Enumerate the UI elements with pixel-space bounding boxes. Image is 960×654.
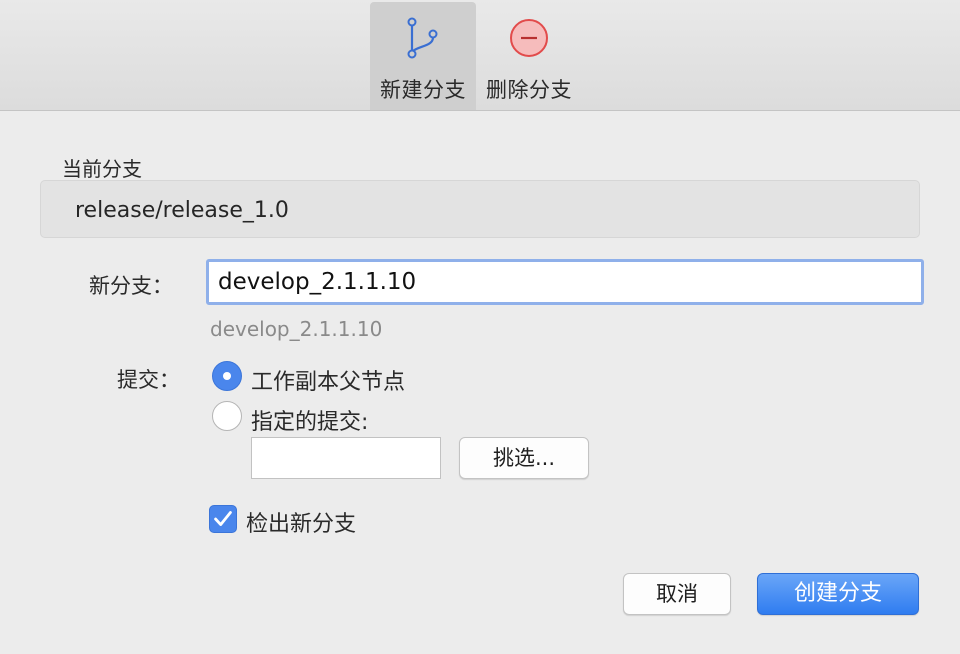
cancel-button[interactable]: 取消 bbox=[623, 573, 731, 615]
pick-commit-button[interactable]: 挑选... bbox=[459, 437, 589, 479]
new-branch-input[interactable] bbox=[206, 259, 924, 305]
new-branch-tab[interactable]: 新建分支 bbox=[370, 2, 476, 110]
radio-working-copy[interactable] bbox=[212, 361, 242, 391]
checkmark-icon bbox=[214, 511, 232, 526]
current-branch-label: 当前分支 bbox=[62, 157, 142, 181]
current-branch-box: release/release_1.0 bbox=[40, 180, 920, 238]
checkout-label[interactable]: 检出新分支 bbox=[246, 506, 356, 538]
minus-circle-icon bbox=[510, 19, 548, 57]
toolbar: 新建分支 删除分支 bbox=[0, 0, 960, 111]
radio-working-copy-label[interactable]: 工作副本父节点 bbox=[251, 364, 405, 396]
radio-specified-commit[interactable] bbox=[212, 401, 242, 431]
current-branch-value: release/release_1.0 bbox=[75, 198, 289, 223]
radio-specified-commit-label[interactable]: 指定的提交: bbox=[251, 404, 368, 436]
new-branch-label: 新建分支 bbox=[380, 78, 466, 102]
delete-branch-tab[interactable]: 删除分支 bbox=[476, 2, 582, 110]
new-branch-hint: develop_2.1.1.10 bbox=[210, 317, 383, 341]
checkout-checkbox[interactable] bbox=[209, 505, 237, 533]
branch-icon bbox=[407, 17, 438, 59]
delete-branch-label: 删除分支 bbox=[486, 78, 572, 102]
new-branch-field-label: 新分支： bbox=[89, 274, 173, 298]
commit-input[interactable] bbox=[251, 437, 441, 479]
commit-label: 提交： bbox=[117, 368, 180, 392]
create-branch-button[interactable]: 创建分支 bbox=[757, 573, 919, 615]
